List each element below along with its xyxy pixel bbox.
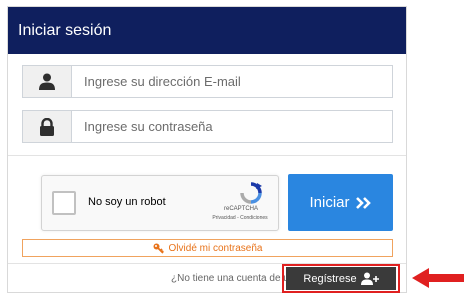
password-input[interactable] bbox=[72, 111, 390, 142]
panel-header: Iniciar sesión bbox=[8, 7, 406, 54]
recaptcha-checkbox[interactable] bbox=[52, 191, 76, 215]
register-button[interactable]: Regístrese bbox=[286, 267, 396, 290]
user-icon bbox=[23, 66, 72, 97]
email-input[interactable] bbox=[72, 66, 390, 97]
form-divider bbox=[8, 155, 406, 156]
register-button-label: Regístrese bbox=[303, 272, 357, 285]
recaptcha-terms-link[interactable]: Privacidad - Condiciones bbox=[204, 215, 276, 221]
red-arrow-icon bbox=[412, 268, 464, 288]
key-icon bbox=[153, 243, 164, 254]
login-button-label: Iniciar bbox=[309, 194, 350, 211]
recaptcha-brand: reCAPTCHA bbox=[223, 206, 258, 212]
user-plus-icon bbox=[360, 272, 379, 285]
recaptcha-label: No soy un robot bbox=[88, 196, 166, 208]
recaptcha-logo-icon bbox=[240, 182, 262, 204]
page-title: Iniciar sesión bbox=[18, 22, 112, 39]
forgot-password-label: Olvidé mi contraseña bbox=[168, 242, 263, 254]
recaptcha-widget: No soy un robot reCAPTCHA Privacidad - C… bbox=[41, 175, 279, 231]
login-button[interactable]: Iniciar bbox=[288, 174, 393, 231]
double-chevron-right-icon bbox=[355, 196, 371, 209]
forgot-password-button[interactable]: Olvidé mi contraseña bbox=[22, 239, 393, 257]
lock-icon bbox=[23, 111, 72, 142]
email-input-group bbox=[22, 65, 393, 98]
password-input-group bbox=[22, 110, 393, 143]
login-panel: Iniciar sesión No soy un robot bbox=[7, 6, 407, 293]
